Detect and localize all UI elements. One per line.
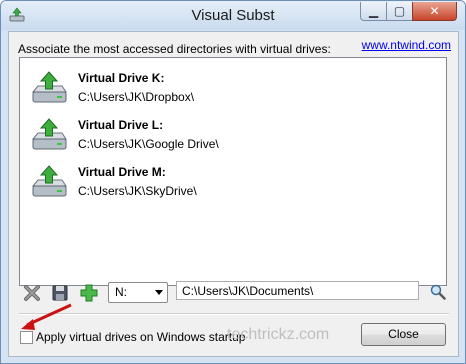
app-window: Visual Subst ▁ ▢ ✕ Associate the most ac… [0,0,466,364]
remove-icon[interactable] [22,283,42,303]
add-icon[interactable] [79,283,99,303]
watermark-text: techtrickz.com [227,326,330,343]
maximize-button[interactable]: ▢ [386,2,413,21]
drive-path: C:\Users\JK\Google Drive\ [78,137,219,151]
drive-list[interactable]: Virtual Drive K: C:\Users\JK\Dropbox\ Vi… [19,57,447,286]
search-icon[interactable] [430,284,446,300]
folder-path-input[interactable]: C:\Users\JK\Documents\ [176,281,419,300]
close-button[interactable]: Close [361,323,446,346]
title-bar: Visual Subst ▁ ▢ ✕ [1,1,465,30]
drive-name: Virtual Drive K: [78,71,165,85]
drive-path: C:\Users\JK\SkyDrive\ [78,184,197,198]
separator [19,313,449,315]
list-item[interactable]: Virtual Drive L: C:\Users\JK\Google Driv… [30,117,430,157]
description-label: Associate the most accessed directories … [18,42,331,56]
drive-icon [31,71,67,103]
minimize-icon: ▁ [368,4,379,18]
list-item[interactable]: Virtual Drive K: C:\Users\JK\Dropbox\ [30,70,430,110]
close-icon: ✕ [429,4,440,18]
drive-letter-select[interactable]: N: [108,282,168,303]
maximize-icon: ▢ [393,4,406,18]
save-icon[interactable] [50,283,70,303]
drive-letter-value: N: [115,285,127,299]
chevron-down-icon [155,290,163,295]
list-item[interactable]: Virtual Drive M: C:\Users\JK\SkyDrive\ [30,164,430,204]
drive-icon [31,118,67,150]
minimize-button[interactable]: ▁ [360,2,387,21]
website-link[interactable]: www.ntwind.com [362,38,451,52]
drive-name: Virtual Drive L: [78,118,164,132]
drive-icon [31,165,67,197]
drive-name: Virtual Drive M: [78,165,166,179]
close-window-button[interactable]: ✕ [412,2,457,21]
dialog-content: Associate the most accessed directories … [8,31,459,357]
drive-path: C:\Users\JK\Dropbox\ [78,90,195,104]
annotation-arrow-icon [21,303,72,330]
